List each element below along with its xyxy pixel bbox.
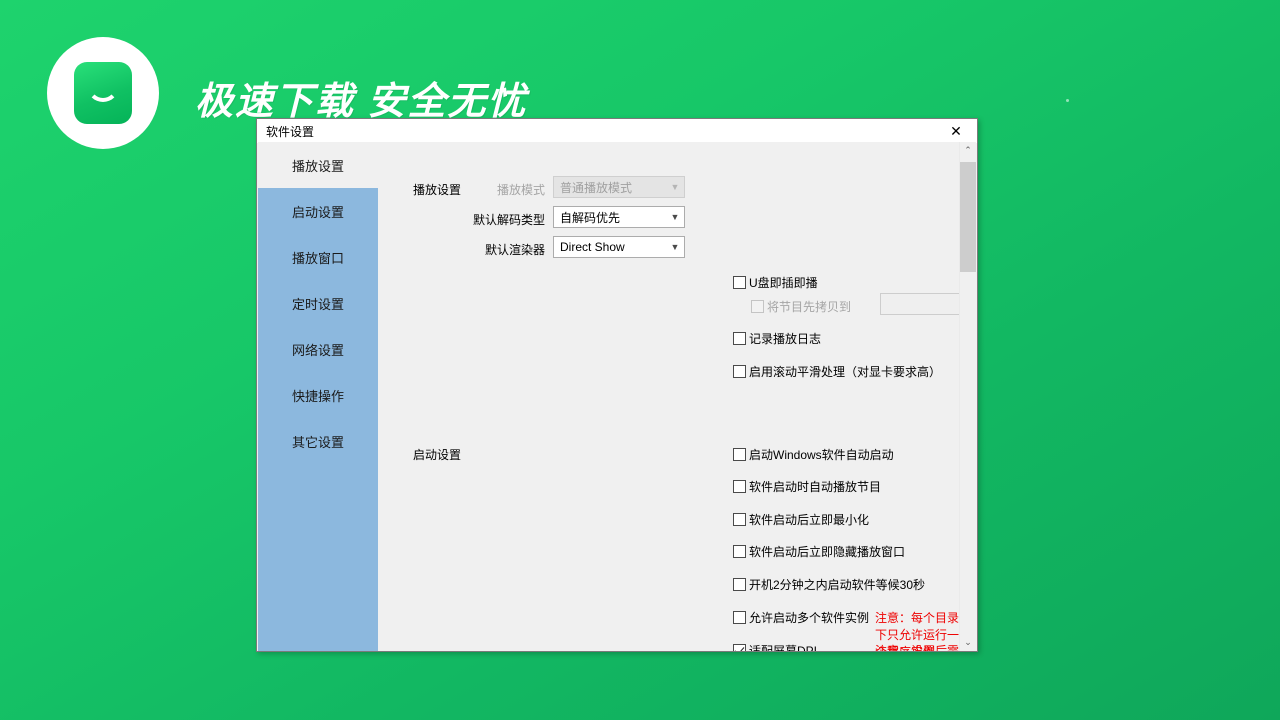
hide-window-on-start-label: 软件启动后立即隐藏播放窗口: [749, 545, 906, 559]
copy-path-input[interactable]: [880, 293, 960, 315]
smooth-scroll-checkbox[interactable]: [733, 365, 746, 378]
shopping-bag-icon: [74, 62, 132, 124]
sidebar-item-network[interactable]: 网络设置: [258, 326, 378, 372]
autoplay-on-start-checkbox-row[interactable]: 软件启动时自动播放节目: [733, 478, 881, 495]
renderer-value: Direct Show: [560, 240, 625, 254]
usb-autoplay-label: U盘即插即播: [749, 276, 818, 290]
decoder-type-label: 默认解码类型: [472, 213, 545, 227]
windows-autostart-label: 启动Windows软件自动启动: [749, 448, 894, 462]
sidebar-item-startup[interactable]: 启动设置: [258, 188, 378, 234]
usb-autoplay-checkbox[interactable]: [733, 276, 746, 289]
playback-mode-select[interactable]: 普通播放模式 ▼: [553, 176, 685, 198]
playback-group-label: 播放设置: [413, 183, 462, 197]
multi-instance-checkbox-row[interactable]: 允许启动多个软件实例: [733, 609, 869, 626]
settings-content: 播放设置 播放模式 普通播放模式 ▼ 默认解码类型 自解码优先 ▼ 默认渲染器 …: [378, 142, 960, 651]
sidebar-item-schedule[interactable]: 定时设置: [258, 280, 378, 326]
banner-slogan: 极速下载 安全无忧: [195, 81, 528, 123]
settings-dialog: 软件设置 ✕ 播放设置 启动设置 播放窗口 定时设置 网络设置 快捷操作 其它设…: [256, 118, 978, 652]
renderer-select[interactable]: Direct Show ▼: [553, 236, 685, 258]
app-logo: [47, 37, 159, 149]
minimize-on-start-checkbox-row[interactable]: 软件启动后立即最小化: [733, 511, 869, 528]
multi-instance-checkbox[interactable]: [733, 611, 746, 624]
minimize-on-start-checkbox[interactable]: [733, 513, 746, 526]
dpi-scaling-checkbox[interactable]: [733, 644, 746, 651]
playback-mode-label: 播放模式: [496, 183, 545, 197]
chevron-down-icon: ▼: [670, 211, 680, 222]
hide-window-on-start-checkbox-row[interactable]: 软件启动后立即隐藏播放窗口: [733, 543, 905, 560]
hide-window-on-start-checkbox[interactable]: [733, 545, 746, 558]
dialog-body: 播放设置 启动设置 播放窗口 定时设置 网络设置 快捷操作 其它设置 播放设置 …: [257, 142, 977, 651]
windows-autostart-checkbox[interactable]: [733, 448, 746, 461]
boot-delay-label: 开机2分钟之内启动软件等候30秒: [749, 578, 926, 592]
startup-group-label: 启动设置: [413, 448, 462, 462]
copy-program-checkbox-row[interactable]: 将节目先拷贝到: [751, 298, 851, 315]
copy-program-label: 将节目先拷贝到: [767, 300, 852, 314]
sidebar-items: 播放设置 启动设置 播放窗口 定时设置 网络设置 快捷操作 其它设置: [258, 142, 378, 464]
settings-sidebar: 播放设置 启动设置 播放窗口 定时设置 网络设置 快捷操作 其它设置: [258, 142, 378, 651]
scrollbar-thumb[interactable]: [960, 162, 976, 272]
autoplay-on-start-label: 软件启动时自动播放节目: [749, 480, 882, 494]
decoder-type-value: 自解码优先: [560, 210, 621, 225]
playback-mode-value: 普通播放模式: [560, 180, 633, 195]
chevron-down-icon[interactable]: ⌄: [960, 634, 976, 651]
sidebar-item-shortcuts[interactable]: 快捷操作: [258, 372, 378, 418]
dialog-title: 软件设置: [266, 125, 315, 139]
boot-delay-checkbox[interactable]: [733, 578, 746, 591]
decoder-type-select[interactable]: 自解码优先 ▼: [553, 206, 685, 228]
sidebar-item-other[interactable]: 其它设置: [258, 418, 378, 464]
dpi-scaling-checkbox-row[interactable]: 适配屏幕DPI: [733, 642, 817, 651]
sidebar-item-playwindow[interactable]: 播放窗口: [258, 234, 378, 280]
copy-program-checkbox[interactable]: [751, 300, 764, 313]
smooth-scroll-label: 启用滚动平滑处理（对显卡要求高）: [749, 365, 942, 379]
autoplay-on-start-checkbox[interactable]: [733, 480, 746, 493]
content-scrollbar[interactable]: ⌃ ⌄: [959, 142, 976, 651]
renderer-label: 默认渲染器: [484, 243, 545, 257]
usb-autoplay-checkbox-row[interactable]: U盘即插即播: [733, 274, 818, 291]
dpi-scaling-label: 适配屏幕DPI: [749, 644, 818, 651]
playback-log-checkbox-row[interactable]: 记录播放日志: [733, 330, 821, 347]
chevron-down-icon: ▼: [670, 241, 680, 252]
close-icon[interactable]: ✕: [935, 119, 977, 142]
smile-arc-icon: [87, 70, 119, 102]
boot-delay-checkbox-row[interactable]: 开机2分钟之内启动软件等候30秒: [733, 576, 925, 593]
minimize-on-start-label: 软件启动后立即最小化: [749, 513, 870, 527]
dpi-scaling-note: 注意：设置后需要重新启动LEDVISION才能生效。: [875, 644, 960, 651]
decorative-dot: [1066, 99, 1069, 102]
chevron-down-icon: ▼: [670, 181, 680, 192]
smooth-scroll-checkbox-row[interactable]: 启用滚动平滑处理（对显卡要求高）: [733, 363, 941, 380]
multi-instance-label: 允许启动多个软件实例: [749, 611, 870, 625]
sidebar-item-playback[interactable]: 播放设置: [258, 142, 378, 188]
windows-autostart-checkbox-row[interactable]: 启动Windows软件自动启动: [733, 446, 894, 463]
dialog-titlebar: 软件设置 ✕: [257, 119, 977, 143]
playback-log-label: 记录播放日志: [749, 332, 822, 346]
playback-log-checkbox[interactable]: [733, 332, 746, 345]
chevron-up-icon[interactable]: ⌃: [960, 142, 976, 159]
